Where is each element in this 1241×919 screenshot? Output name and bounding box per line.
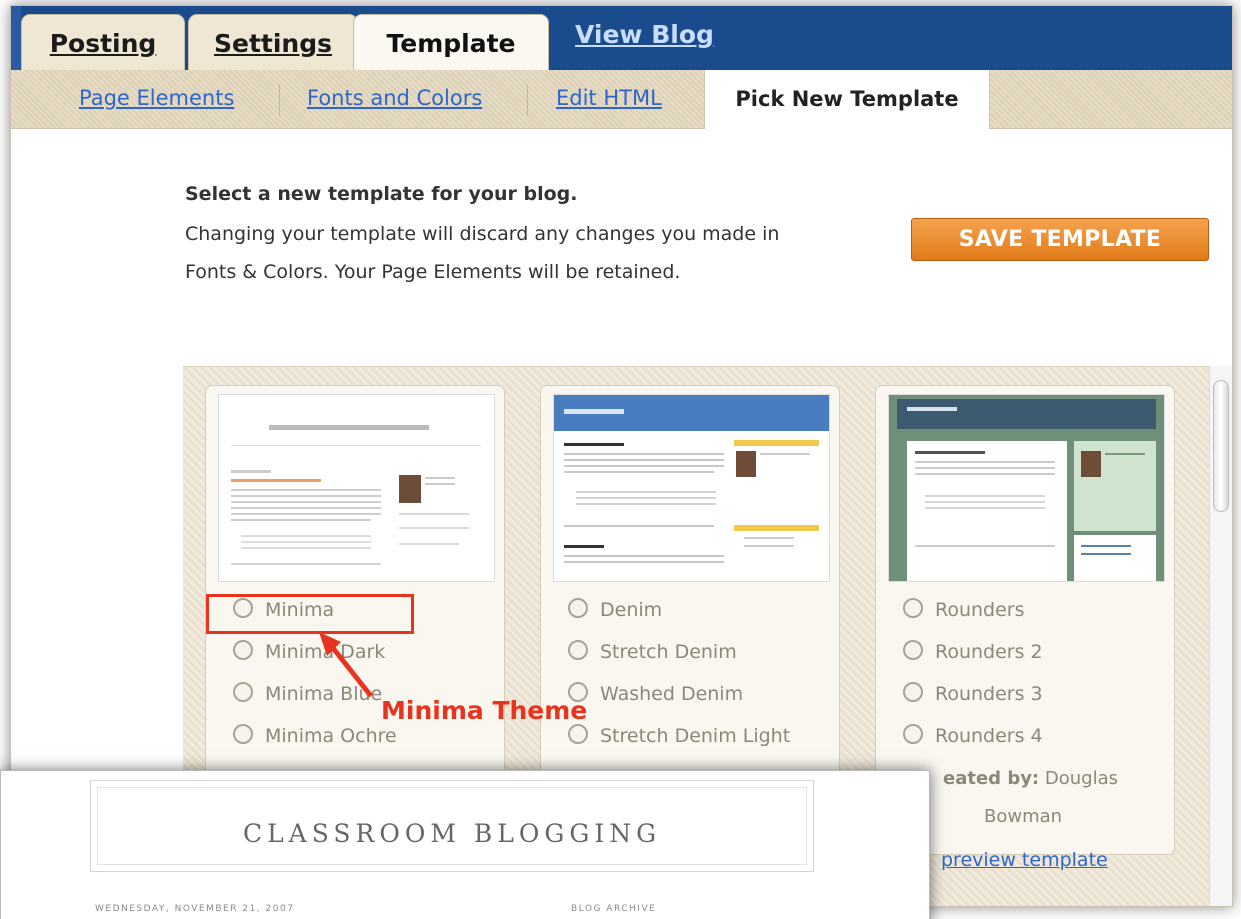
tab-template[interactable]: Template bbox=[353, 14, 549, 70]
post-date: WEDNESDAY, NOVEMBER 21, 2007 bbox=[95, 904, 295, 914]
sub-tab-bar: Page Elements Fonts and Colors Edit HTML bbox=[11, 70, 1232, 129]
credit-name-2: Bowman bbox=[984, 806, 1063, 827]
blog-title[interactable]: CLASSROOM BLOGGING bbox=[91, 819, 813, 848]
radio-circle[interactable] bbox=[233, 682, 253, 702]
credit-line: eated by: Douglas bbox=[943, 768, 1118, 789]
subtab-fonts-colors[interactable]: Fonts and Colors bbox=[307, 86, 482, 110]
minima-thumbnail[interactable] bbox=[218, 394, 495, 582]
radio-circle[interactable] bbox=[903, 724, 923, 744]
blog-header: CLASSROOM BLOGGING bbox=[90, 780, 814, 872]
instructions-line: Changing your template will discard any … bbox=[185, 223, 780, 245]
radio-label: Rounders 4 bbox=[935, 725, 1043, 747]
radio-circle[interactable] bbox=[568, 640, 588, 660]
radio-label: Rounders 2 bbox=[935, 641, 1043, 663]
radio-stretch-denim[interactable]: Stretch Denim bbox=[568, 640, 737, 663]
separator bbox=[527, 84, 528, 116]
main-tab-bar: Posting Settings Template View Blog bbox=[11, 6, 1232, 70]
radio-label: Minima Ochre bbox=[265, 725, 397, 747]
tab-posting[interactable]: Posting bbox=[21, 14, 185, 70]
screenshot: Posting Settings Template View Blog Page… bbox=[0, 0, 1241, 919]
subtab-pick-new-template[interactable]: Pick New Template bbox=[704, 70, 990, 129]
subtab-page-elements[interactable]: Page Elements bbox=[79, 86, 234, 110]
rounders-thumbnail[interactable] bbox=[888, 394, 1165, 582]
save-template-button[interactable]: SAVE TEMPLATE bbox=[911, 218, 1209, 261]
gallery-scrollbar[interactable] bbox=[1209, 366, 1232, 906]
radio-rounders-3[interactable]: Rounders 3 bbox=[903, 682, 1043, 705]
radio-rounders-4[interactable]: Rounders 4 bbox=[903, 724, 1043, 747]
instructions-line: Fonts & Colors. Your Page Elements will … bbox=[185, 261, 681, 283]
view-blog-link[interactable]: View Blog bbox=[575, 20, 714, 49]
tab-settings[interactable]: Settings bbox=[188, 14, 358, 70]
credit-name: Douglas bbox=[1044, 768, 1118, 789]
preview-template-link[interactable]: preview template bbox=[941, 849, 1108, 871]
radio-label: Stretch Denim Light bbox=[600, 725, 791, 747]
radio-washed-denim[interactable]: Washed Denim bbox=[568, 682, 743, 705]
radio-label: Washed Denim bbox=[600, 683, 744, 705]
minima-theme-annotation: Minima Theme bbox=[381, 696, 588, 725]
radio-circle[interactable] bbox=[903, 598, 923, 618]
scrollbar-thumb[interactable] bbox=[1213, 380, 1229, 512]
radio-circle[interactable] bbox=[233, 724, 253, 744]
separator bbox=[279, 84, 280, 116]
subtab-edit-html[interactable]: Edit HTML bbox=[556, 86, 662, 110]
denim-thumbnail[interactable] bbox=[553, 394, 830, 582]
radio-rounders[interactable]: Rounders bbox=[903, 598, 1025, 621]
radio-label: Stretch Denim bbox=[600, 641, 737, 663]
credit-prefix: eated by: bbox=[943, 768, 1040, 789]
blog-preview-window: CLASSROOM BLOGGING WEDNESDAY, NOVEMBER 2… bbox=[0, 770, 930, 919]
radio-circle[interactable] bbox=[903, 640, 923, 660]
blog-archive-heading: BLOG ARCHIVE bbox=[571, 904, 657, 914]
radio-label: Rounders bbox=[935, 599, 1025, 621]
radio-rounders-2[interactable]: Rounders 2 bbox=[903, 640, 1043, 663]
instructions-title: Select a new template for your blog. bbox=[185, 183, 578, 205]
radio-stretch-denim-light[interactable]: Stretch Denim Light bbox=[568, 724, 790, 747]
radio-circle[interactable] bbox=[233, 640, 253, 660]
radio-circle[interactable] bbox=[568, 598, 588, 618]
tab-bar-edge bbox=[11, 6, 21, 70]
radio-label: Rounders 3 bbox=[935, 683, 1043, 705]
radio-circle[interactable] bbox=[903, 682, 923, 702]
annotation-arrow-icon bbox=[319, 632, 373, 698]
radio-circle[interactable] bbox=[568, 724, 588, 744]
radio-label: Denim bbox=[600, 599, 663, 621]
radio-minima-ochre[interactable]: Minima Ochre bbox=[233, 724, 397, 747]
radio-denim[interactable]: Denim bbox=[568, 598, 662, 621]
